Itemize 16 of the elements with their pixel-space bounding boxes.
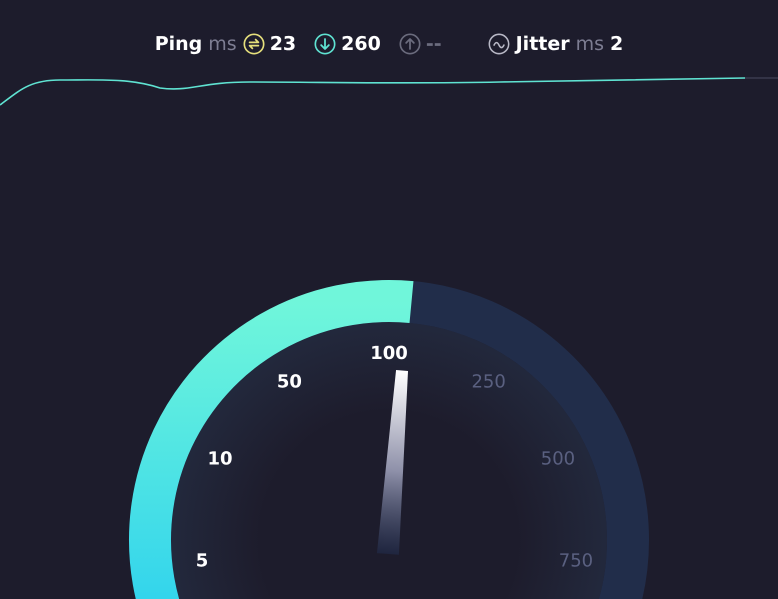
scale-label: 750: [558, 550, 594, 572]
scale-label: 10: [208, 448, 233, 470]
ping-label: Ping: [154, 33, 202, 55]
scale-label: 100: [370, 343, 408, 364]
jitter-value: 2: [610, 33, 624, 55]
scale-label: 500: [540, 448, 576, 470]
scale-label: 50: [276, 372, 302, 393]
unit-label: ms: [208, 33, 237, 55]
jitter-label: Jitter: [516, 33, 570, 55]
stat-value: 23: [270, 33, 296, 55]
stat-value: 260: [341, 33, 381, 55]
stat-value: --: [426, 33, 442, 55]
wave-icon: [488, 33, 510, 55]
unit-label: ms: [576, 33, 604, 55]
scale-label: 5: [196, 550, 208, 572]
scale-label: 250: [471, 372, 506, 393]
